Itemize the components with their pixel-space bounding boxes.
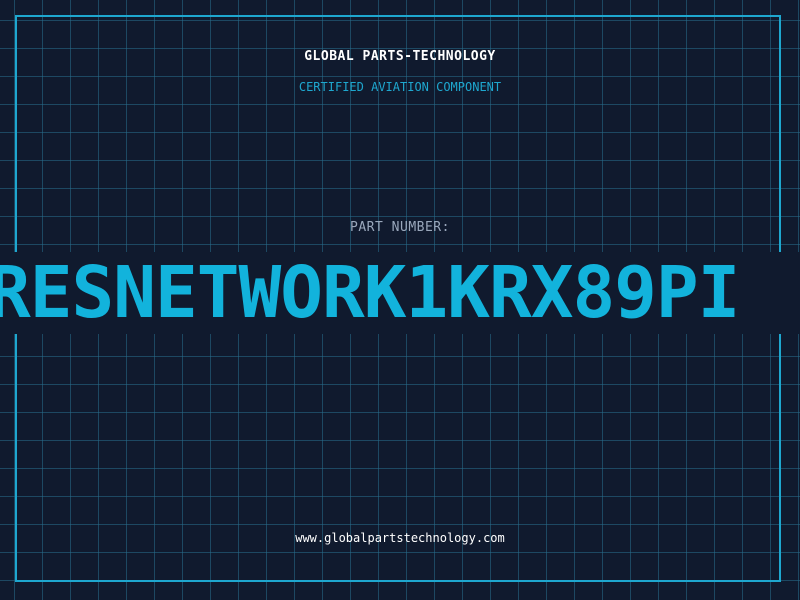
- website-url: www.globalpartstechnology.com: [295, 531, 505, 545]
- part-number-value: RESNETWORK1KRX89PI: [0, 252, 740, 334]
- certification-subtitle: CERTIFIED AVIATION COMPONENT: [298, 80, 502, 94]
- part-number-label: PART NUMBER:: [350, 220, 450, 235]
- part-number-band: RESNETWORK1KRX89PI: [0, 252, 800, 334]
- certificate-panel: GLOBAL PARTS-TECHNOLOGY CERTIFIED AVIATI…: [0, 0, 800, 600]
- company-name: GLOBAL PARTS-TECHNOLOGY: [304, 49, 496, 64]
